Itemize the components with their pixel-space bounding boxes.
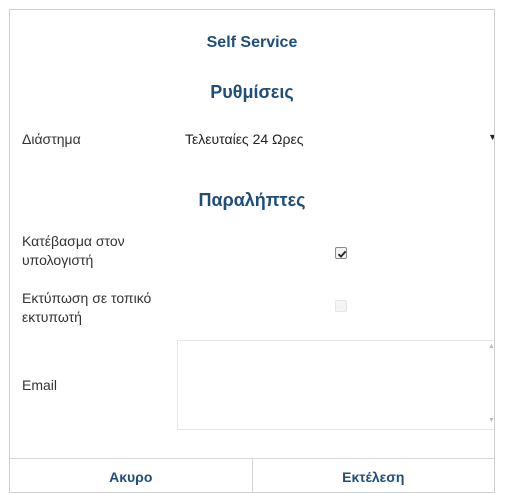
self-service-dialog: Self Service Ρυθμίσεις Διάστημα Τελευταί…: [9, 9, 495, 493]
settings-heading: Ρυθμίσεις: [210, 82, 294, 102]
dialog-title: Self Service: [206, 34, 298, 51]
cancel-button[interactable]: Ακυρο: [10, 459, 252, 492]
interval-label: Διάστημα: [22, 131, 81, 147]
scroll-up-icon[interactable]: ▲: [488, 343, 494, 350]
recipients-heading: Παραλήπτες: [198, 190, 306, 210]
caret-down-icon: ▼: [488, 132, 494, 142]
interval-select-value: Τελευταίες 24 Ωρες: [185, 130, 304, 147]
email-input[interactable]: [177, 340, 494, 430]
dialog-footer: Ακυρο Εκτέλεση: [10, 458, 494, 492]
check-icon: [337, 250, 347, 258]
email-label: Email: [22, 377, 58, 393]
print-label: Εκτύπωση σε τοπικό εκτυπωτή: [22, 290, 152, 325]
scroll-down-icon[interactable]: ▼: [488, 417, 494, 424]
download-checkbox[interactable]: [335, 247, 347, 259]
interval-select[interactable]: Τελευταίες 24 Ωρες ▼: [177, 120, 494, 157]
download-label: Κατέβασμα στον υπολογιστή: [22, 233, 125, 268]
print-checkbox[interactable]: [335, 300, 347, 312]
run-button[interactable]: Εκτέλεση: [252, 459, 494, 492]
